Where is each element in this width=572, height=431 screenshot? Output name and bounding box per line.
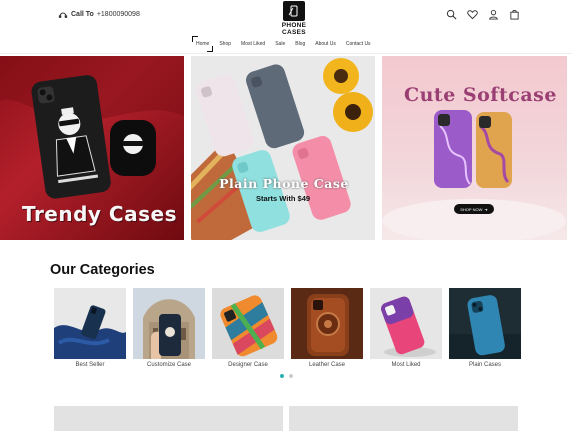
category-card[interactable]: Most Liked [370, 288, 442, 368]
nav-item-shop[interactable]: Shop [219, 41, 231, 47]
category-label: Designer Case [228, 362, 268, 368]
pager-dot-active[interactable] [280, 374, 284, 378]
category-card[interactable]: Customize Case [133, 288, 205, 368]
category-label: Customize Case [146, 362, 191, 368]
category-card[interactable]: Designer Case [212, 288, 284, 368]
category-image [449, 288, 521, 359]
categories-heading: Our Categories [50, 262, 155, 278]
shop-now-label: SHOP NOW [460, 206, 483, 212]
heart-icon[interactable] [467, 9, 478, 20]
main-nav: Home Shop Most Liked Sale Blog About Us … [0, 32, 572, 54]
top-bar: Call To +1800090098 PHONE CASES [0, 0, 572, 36]
category-image [291, 288, 363, 359]
nav-items: Home Shop Most Liked Sale Blog About Us … [192, 36, 371, 52]
phone-number[interactable]: +1800090098 [97, 11, 140, 18]
category-label: Most Liked [391, 362, 421, 368]
nav-item-home[interactable]: Home [192, 36, 214, 52]
category-label: Best Seller [75, 362, 105, 368]
user-icon[interactable] [488, 9, 499, 20]
active-bracket-icon [207, 46, 214, 52]
category-card[interactable]: Plain Cases [449, 288, 521, 368]
plain-cases-image [191, 56, 375, 240]
promo-block-right [289, 406, 518, 431]
category-label: Plain Cases [468, 362, 501, 368]
pager-dot[interactable] [289, 374, 293, 378]
shop-now-button[interactable]: SHOP NOW ➜ [454, 204, 494, 214]
category-image [370, 288, 442, 359]
carousel-pager [280, 374, 293, 378]
logo[interactable]: PHONE CASES [269, 1, 319, 36]
category-card[interactable]: Leather Case [291, 288, 363, 368]
phone-icon [58, 12, 68, 18]
bag-icon[interactable] [509, 9, 520, 20]
banner-title: Plain Phone Case [219, 176, 349, 191]
category-image [212, 288, 284, 359]
category-label: Leather Case [308, 362, 346, 368]
banner-plain-phone-case[interactable]: Plain Phone Case Starts With $49 [191, 56, 375, 240]
arrow-right-icon: ➜ [484, 206, 488, 212]
nav-item-sale[interactable]: Sale [275, 41, 285, 47]
call-label: Call To [71, 11, 94, 18]
search-icon[interactable] [446, 9, 457, 20]
banner-title: Cute Softcase [404, 84, 557, 106]
nav-item-about-us[interactable]: About Us [315, 41, 336, 47]
category-image [54, 288, 126, 359]
logo-mark-icon [283, 1, 305, 21]
category-image [133, 288, 205, 359]
banner-trendy-cases[interactable]: Trendy Cases [0, 56, 184, 240]
nav-item-blog[interactable]: Blog [295, 41, 305, 47]
nav-item-contact-us[interactable]: Contact Us [346, 41, 371, 47]
banner-cute-softcase[interactable]: Cute Softcase SHOP NOW ➜ [382, 56, 567, 240]
promo-block-left [54, 406, 283, 431]
active-bracket-icon [192, 36, 198, 42]
banner-title: Trendy Cases [22, 202, 177, 226]
header-icons [446, 9, 520, 20]
call-info[interactable]: Call To +1800090098 [58, 10, 140, 19]
banner-subtitle: Starts With $49 [255, 194, 311, 203]
nav-item-most-liked[interactable]: Most Liked [241, 41, 265, 47]
category-card[interactable]: Best Seller [54, 288, 126, 368]
categories-carousel: Best Seller Customize Case Designer Case… [54, 288, 521, 368]
